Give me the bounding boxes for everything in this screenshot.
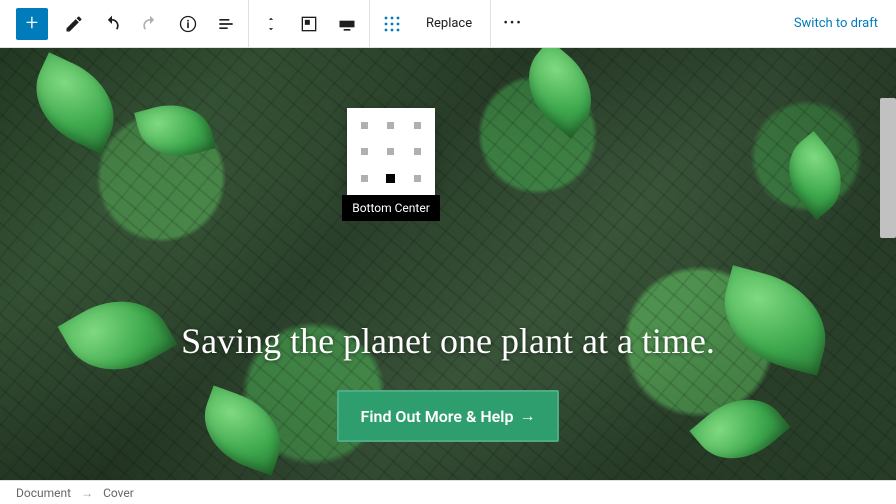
- add-block-button[interactable]: +: [16, 8, 48, 40]
- position-top-right[interactable]: [414, 122, 421, 129]
- position-center-center[interactable]: [387, 148, 394, 155]
- cover-block-icon: [299, 14, 319, 34]
- position-center-right[interactable]: [414, 148, 421, 155]
- leaf-decoration: [19, 52, 130, 153]
- content-position-button[interactable]: [374, 6, 410, 42]
- breadcrumb-root[interactable]: Document: [16, 486, 71, 500]
- chevron-down-icon: [264, 24, 278, 34]
- block-mover[interactable]: [253, 6, 289, 42]
- leaf-decoration: [134, 95, 216, 166]
- position-bottom-center[interactable]: [386, 174, 395, 183]
- info-icon: [178, 14, 198, 34]
- toolbar-separator: [248, 0, 249, 48]
- full-width-button[interactable]: [329, 6, 365, 42]
- block-breadcrumb: Document → Cover: [0, 480, 896, 504]
- editor-canvas: Saving the planet one plant at a time. F…: [0, 48, 896, 480]
- cta-label: Find Out More & Help: [361, 407, 514, 426]
- position-top-left[interactable]: [361, 122, 368, 129]
- content-position-popover: Bottom Center: [347, 108, 440, 221]
- breadcrumb-block[interactable]: Cover: [103, 486, 134, 500]
- redo-icon: [140, 14, 160, 34]
- scrollbar-thumb[interactable]: [880, 98, 896, 238]
- position-bottom-left[interactable]: [361, 175, 368, 182]
- cover-block[interactable]: Saving the planet one plant at a time. F…: [0, 48, 896, 480]
- undo-button[interactable]: [94, 6, 130, 42]
- leaf-decoration: [771, 131, 858, 220]
- position-grid: [347, 108, 435, 196]
- align-full-icon: [337, 14, 357, 34]
- cover-inner-content: Saving the planet one plant at a time. F…: [0, 320, 896, 442]
- leaf-decoration: [509, 48, 610, 138]
- toolbar-separator: [369, 0, 370, 48]
- edit-mode-button[interactable]: [56, 6, 92, 42]
- block-type-button[interactable]: [291, 6, 327, 42]
- arrow-right-icon: →: [519, 406, 535, 426]
- position-center-left[interactable]: [361, 148, 368, 155]
- position-top-center[interactable]: [387, 122, 394, 129]
- toolbar-separator: [490, 0, 491, 48]
- switch-to-draft-button[interactable]: Switch to draft: [794, 16, 888, 31]
- arrow-right-icon: →: [81, 486, 93, 500]
- outline-button[interactable]: [208, 6, 244, 42]
- pencil-icon: [64, 14, 84, 34]
- info-button[interactable]: [170, 6, 206, 42]
- undo-icon: [102, 14, 122, 34]
- cta-button[interactable]: Find Out More & Help →: [337, 390, 560, 442]
- more-options-button[interactable]: •••: [495, 6, 531, 42]
- redo-button[interactable]: [132, 6, 168, 42]
- list-icon: [216, 14, 236, 34]
- chevron-up-icon: [264, 14, 278, 24]
- position-bottom-right[interactable]: [414, 175, 421, 182]
- top-toolbar: + Replace ••• Switch to draft: [0, 0, 896, 48]
- replace-media-button[interactable]: Replace: [412, 6, 486, 42]
- cover-headline[interactable]: Saving the planet one plant at a time.: [181, 320, 715, 362]
- grid-dots-icon: [383, 15, 401, 33]
- position-tooltip: Bottom Center: [342, 195, 440, 221]
